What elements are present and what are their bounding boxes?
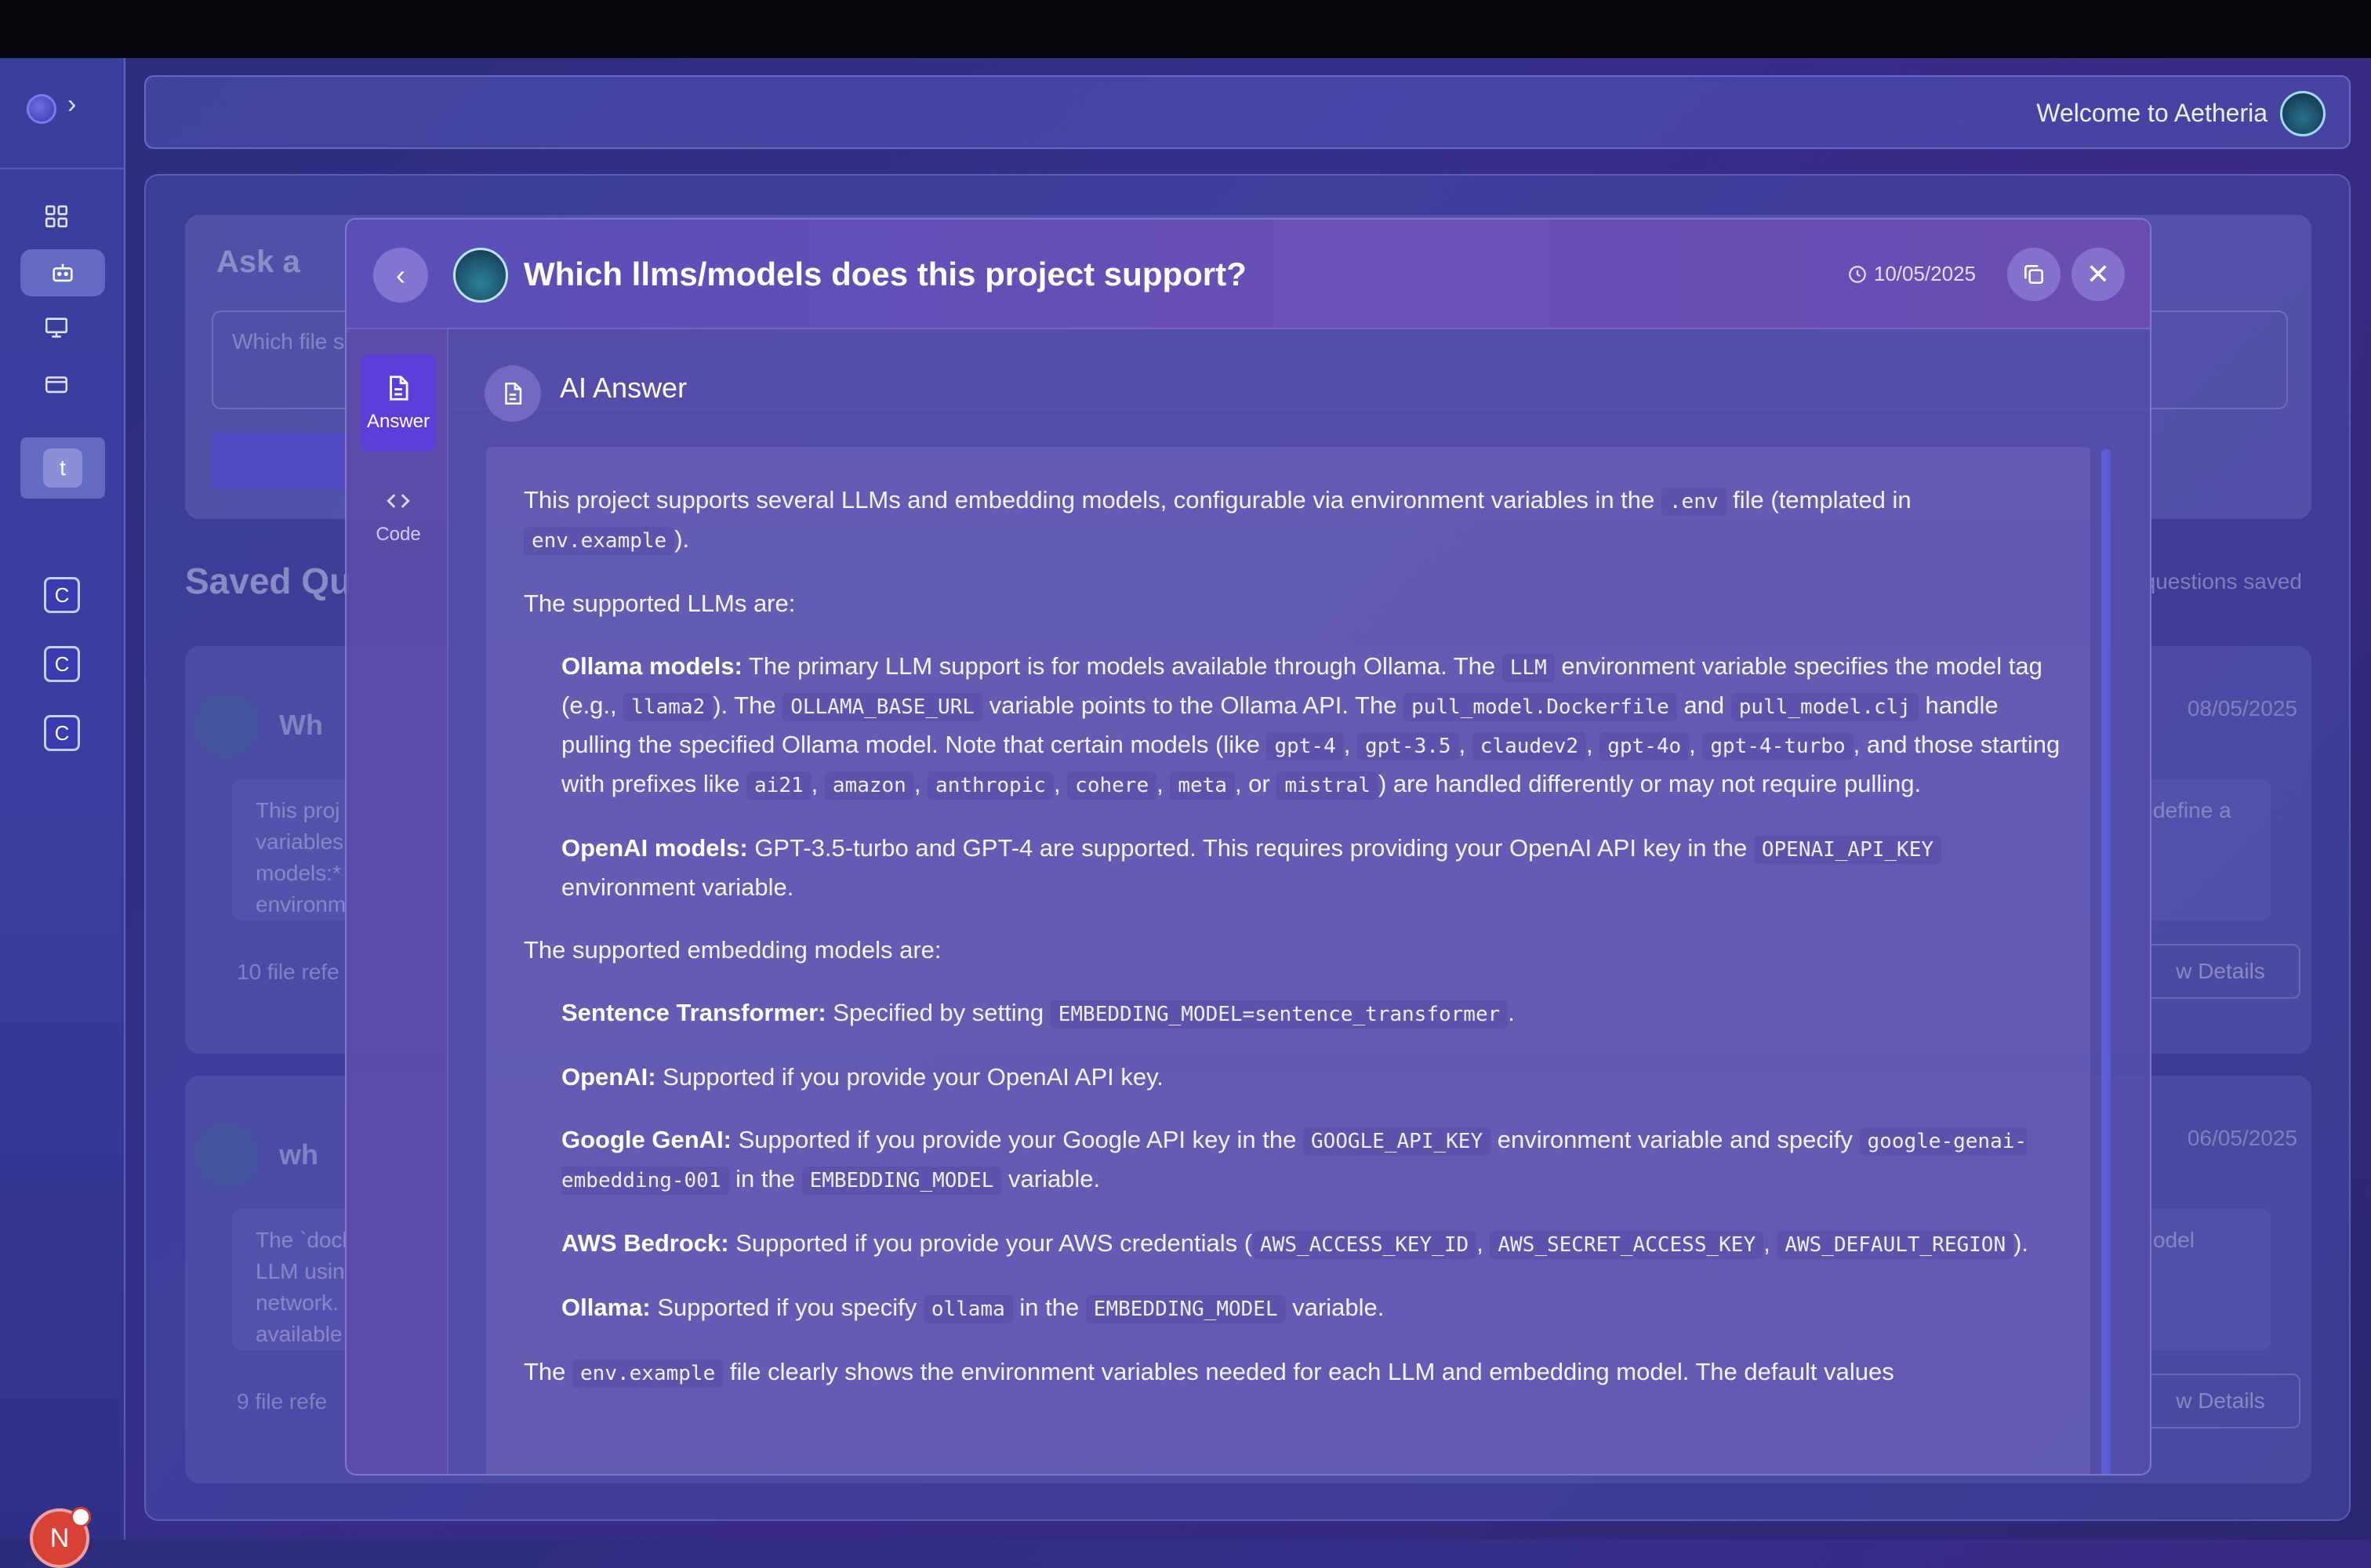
answer-heading: AI Answer [560,372,688,404]
answer-document-icon [485,365,541,422]
copy-button[interactable] [2007,248,2061,301]
sidebar-header: › [0,58,124,169]
answer-item-aws-bedrock: AWS Bedrock: Supported if you provide yo… [524,1225,2061,1264]
top-header: Welcome to Aetheria [144,75,2351,149]
dashboard-icon[interactable] [28,193,85,240]
os-top-bar [0,0,2371,58]
tab-label: Answer [366,411,430,432]
modal-date: 10/05/2025 [1847,262,1976,286]
ask-title: Ask a [216,245,300,279]
card-text-line: environm [256,892,347,916]
answer-item-ollama: Ollama models: The primary LLM support i… [524,648,2061,804]
saved-count: questions saved [2143,569,2302,593]
answer-item-sentence-transformer: Sentence Transformer: Specified by setti… [524,994,2061,1033]
answer-item-openai-embedding: OpenAI: Supported if you provide your Op… [561,1063,1164,1091]
user-initial: N [49,1523,70,1553]
card-right-text: define a [2153,798,2231,822]
app-logo-icon[interactable] [27,94,56,124]
sidebar-chip-c2[interactable]: C [44,646,80,682]
notification-dot [71,1507,91,1527]
card-title: wh [279,1138,318,1171]
chevron-left-icon: ‹ [396,259,405,291]
card-text: This proj variables models:* environm [256,795,346,920]
sidebar-chip-t[interactable]: t [20,437,105,499]
card-icon[interactable] [28,361,85,408]
card-text: The `dock LLM usin network. available [256,1225,354,1350]
card-avatar [194,1123,259,1187]
answer-paragraph: This project supports several LLMs and e… [524,481,2061,560]
answer-text: This project supports several LLMs and e… [524,481,2061,1417]
clock-icon [1849,265,1866,283]
saved-questions-title: Saved Qu [185,561,352,601]
modal-title: Which llms/models does this project supp… [524,256,1247,292]
user-avatar[interactable]: N [30,1507,91,1568]
card-text-line: models:* [256,861,341,885]
answer-content-panel[interactable]: This project supports several LLMs and e… [486,447,2090,1474]
card-text-line: This proj [256,798,340,822]
view-details-button[interactable]: w Details [2140,1374,2300,1428]
card-avatar [194,693,259,757]
answer-paragraph: The supported embedding models are: [524,936,942,964]
bot-icon[interactable] [20,249,105,296]
card-file-refs: 10 file refe [237,960,339,984]
profile-avatar[interactable] [2280,91,2326,136]
card-text-line: available [256,1322,343,1346]
answer-item-ollama-embedding: Ollama: Supported if you specify ollama … [524,1289,2061,1328]
answer-item-openai: OpenAI models: GPT-3.5-turbo and GPT-4 a… [524,829,2061,906]
modal-header: ‹ Which llms/models does this project su… [347,220,2150,329]
chip-letter: t [43,448,82,488]
card-date: 08/05/2025 [2187,696,2297,720]
answer-item-google-genai: Google GenAI: Supported if you provide y… [524,1121,2061,1200]
tab-code[interactable]: Code [361,467,436,564]
tab-label: Code [376,524,421,545]
back-button[interactable]: ‹ [373,248,428,303]
sidebar: › t C C C N [0,58,125,1568]
card-title: Wh [279,709,323,741]
copy-icon [2024,265,2043,284]
card-text-line: variables [256,829,344,854]
document-icon [390,376,408,401]
close-button[interactable]: ✕ [2071,248,2125,301]
answer-scrollbar[interactable] [2101,448,2111,1474]
sidebar-chip-c3[interactable]: C [44,715,80,751]
card-text-line: LLM usin [256,1259,345,1283]
card-text-line: The `dock [256,1228,354,1252]
code-icon [387,494,410,508]
card-right-text: odel [2153,1228,2195,1252]
card-date: 06/05/2025 [2187,1126,2297,1150]
ask-placeholder: Which file s [232,329,345,354]
answer-paragraph: The env.example file clearly shows the e… [524,1353,2061,1392]
answer-paragraph: The supported LLMs are: [524,590,796,617]
modal-avatar [453,248,508,303]
expand-sidebar-chevron-icon[interactable]: › [67,89,76,120]
close-icon: ✕ [2086,258,2111,290]
modal-tab-rail: Answer Code [347,328,448,1474]
presentation-icon[interactable] [28,304,85,351]
question-detail-modal: ‹ Which llms/models does this project su… [345,218,2151,1475]
tab-answer[interactable]: Answer [361,354,436,452]
card-text-line: network. [256,1290,339,1315]
sidebar-chip-c1[interactable]: C [44,577,80,613]
welcome-text: Welcome to Aetheria [2036,99,2268,127]
view-details-button[interactable]: w Details [2140,944,2300,999]
date-text: 10/05/2025 [1873,262,1976,285]
card-file-refs: 9 file refe [237,1389,328,1414]
